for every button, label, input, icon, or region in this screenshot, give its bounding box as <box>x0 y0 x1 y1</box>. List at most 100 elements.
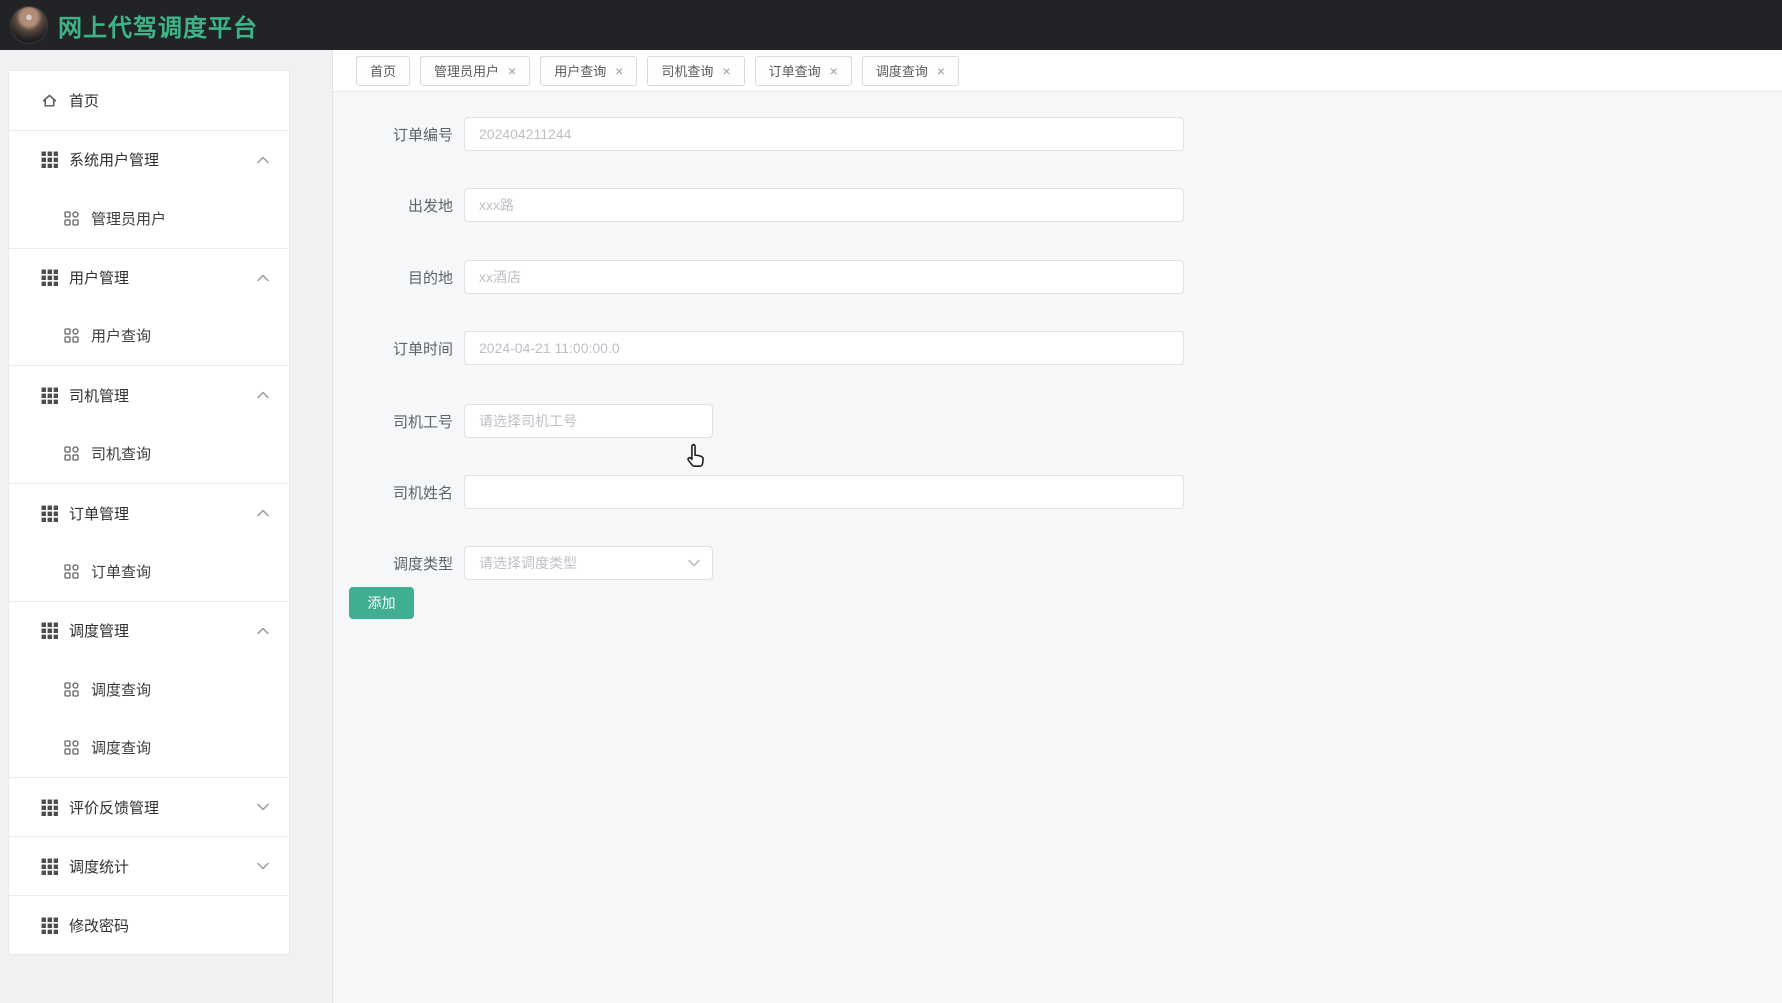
destination-input[interactable] <box>464 260 1184 294</box>
tab-label: 用户查询 <box>554 64 607 79</box>
dispatch-type-select[interactable] <box>464 546 713 580</box>
menu-grid-icon <box>41 505 58 522</box>
sidebar-item-label: 调度查询 <box>91 740 152 758</box>
sidebar-item-feedback-mgmt[interactable]: 评价反馈管理 <box>9 777 289 836</box>
sidebar-item-label: 评价反馈管理 <box>69 799 160 817</box>
close-icon[interactable]: × <box>830 64 838 78</box>
sidebar-item-user-mgmt[interactable]: 用户管理 <box>9 247 289 307</box>
sidebar-item-dispatch-stats[interactable]: 调度统计 <box>9 836 289 895</box>
menu-grid-icon <box>41 858 58 875</box>
tab-label: 管理员用户 <box>434 64 500 79</box>
sidebar-item-user-query[interactable]: 用户查询 <box>9 306 289 365</box>
app-window: 网上代驾调度平台 首页 系统用户管理 管理员用户 用户管理 用户查询 司机管理 司机查询 订单… <box>0 0 1782 1003</box>
sidebar-item-driver-query[interactable]: 司机查询 <box>9 424 289 483</box>
chevron-down-icon <box>255 799 271 815</box>
chevron-up-icon <box>255 623 271 639</box>
close-icon[interactable]: × <box>722 64 730 78</box>
tab-order-query[interactable]: 订单查询 × <box>754 55 852 86</box>
field-label-destination: 目的地 <box>407 269 453 287</box>
add-button[interactable]: 添加 <box>349 587 414 619</box>
sidebar-item-home[interactable]: 首页 <box>9 71 289 130</box>
field-label-order-no: 订单编号 <box>392 126 453 144</box>
sidebar-item-label: 调度统计 <box>69 858 130 876</box>
sidebar-item-label: 司机管理 <box>69 387 130 405</box>
close-icon[interactable]: × <box>508 64 516 78</box>
sidebar-item-dispatch-mgmt[interactable]: 调度管理 <box>9 600 289 660</box>
main-panel: 首页 管理员用户 × 用户查询 × 司机查询 × 订单查询 × 调度查询 × 添加 订单编号出发地目… <box>332 50 1782 1003</box>
chevron-up-icon <box>255 387 271 403</box>
form-row-destination: 目的地 <box>333 260 1233 294</box>
driver-name-input[interactable] <box>464 475 1184 509</box>
sidebar-item-admin-users[interactable]: 管理员用户 <box>9 189 289 248</box>
submenu-grid-icon <box>64 564 79 579</box>
form-row-driver-name: 司机姓名 <box>333 475 1233 509</box>
sidebar-item-driver-mgmt[interactable]: 司机管理 <box>9 365 289 424</box>
form-row-driver-id: 司机工号 <box>333 404 1233 438</box>
chevron-up-icon <box>255 270 271 286</box>
menu-grid-icon <box>41 799 58 816</box>
chevron-up-icon <box>255 505 271 521</box>
submenu-grid-icon <box>64 740 79 756</box>
menu-grid-icon <box>41 917 58 934</box>
sidebar-item-label: 订单查询 <box>91 563 152 581</box>
tab-label: 调度查询 <box>875 64 928 79</box>
sidebar-item-dispatch-query-2[interactable]: 调度查询 <box>9 719 289 778</box>
top-header-bar: 网上代驾调度平台 <box>0 0 1782 50</box>
app-title: 网上代驾调度平台 <box>58 14 258 42</box>
tab-home[interactable]: 首页 <box>356 55 411 86</box>
tab-bar: 首页 管理员用户 × 用户查询 × 司机查询 × 订单查询 × 调度查询 × <box>333 50 1782 92</box>
sidebar-item-label: 调度管理 <box>69 623 130 641</box>
menu-grid-icon <box>41 151 58 169</box>
form-content-area: 添加 订单编号出发地目的地订单时间司机工号司机姓名调度类型 <box>333 92 1782 1003</box>
form-row-origin: 出发地 <box>333 188 1233 222</box>
sidebar-item-label: 管理员用户 <box>91 210 167 228</box>
form-row-order-time: 订单时间 <box>333 331 1233 365</box>
menu-grid-icon <box>41 622 58 640</box>
field-label-driver-name: 司机姓名 <box>392 484 453 502</box>
origin-input[interactable] <box>464 188 1184 222</box>
field-label-dispatch-type: 调度类型 <box>392 555 453 573</box>
sidebar-item-label: 修改密码 <box>69 917 130 935</box>
menu-grid-icon <box>41 387 58 404</box>
driver-id-select[interactable] <box>464 404 713 438</box>
sidebar-item-label: 用户查询 <box>91 328 152 346</box>
form-row-order-no: 订单编号 <box>333 117 1233 151</box>
chevron-down-icon <box>255 858 271 874</box>
sidebar-item-order-query[interactable]: 订单查询 <box>9 542 289 601</box>
chevron-up-icon <box>255 152 271 168</box>
field-label-order-time: 订单时间 <box>392 340 453 358</box>
sidebar-item-label: 调度查询 <box>91 681 152 699</box>
sidebar-item-order-mgmt[interactable]: 订单管理 <box>9 483 289 542</box>
order-no-input[interactable] <box>464 117 1184 151</box>
submenu-grid-icon <box>64 681 79 697</box>
tab-label: 首页 <box>370 64 397 79</box>
tab-label: 司机查询 <box>661 64 714 79</box>
sidebar-item-label: 用户管理 <box>69 270 130 288</box>
field-label-origin: 出发地 <box>407 197 453 215</box>
tab-driver-query[interactable]: 司机查询 × <box>647 55 745 86</box>
submenu-grid-icon <box>64 211 79 226</box>
submenu-grid-icon <box>64 328 79 344</box>
mouse-pointer-cursor <box>683 443 710 472</box>
user-avatar[interactable] <box>10 6 48 44</box>
close-icon[interactable]: × <box>937 64 945 78</box>
sidebar-item-label: 司机查询 <box>91 446 152 464</box>
sidebar-item-system-user-mgmt[interactable]: 系统用户管理 <box>9 129 289 189</box>
field-label-driver-id: 司机工号 <box>392 413 453 431</box>
tab-label: 订单查询 <box>768 64 821 79</box>
submenu-grid-icon <box>64 446 79 461</box>
sidebar-menu: 首页系统用户管理管理员用户用户管理用户查询司机管理司机查询订单管理订单查询调度管… <box>8 70 290 955</box>
sidebar-item-change-password[interactable]: 修改密码 <box>9 895 289 954</box>
home-icon <box>41 92 58 109</box>
form-row-dispatch-type: 调度类型 <box>333 546 1233 580</box>
tab-user-query[interactable]: 用户查询 × <box>540 55 638 86</box>
tab-dispatch-query[interactable]: 调度查询 × <box>861 55 960 86</box>
dispatch-type-select-wrap <box>464 546 713 580</box>
sidebar-item-label: 首页 <box>69 92 100 110</box>
close-icon[interactable]: × <box>615 64 623 78</box>
sidebar-item-label: 系统用户管理 <box>69 152 160 170</box>
sidebar-item-dispatch-query[interactable]: 调度查询 <box>9 660 289 719</box>
tab-admin-users[interactable]: 管理员用户 × <box>420 55 531 86</box>
sidebar-item-label: 订单管理 <box>69 505 130 523</box>
order-time-input[interactable] <box>464 331 1184 365</box>
